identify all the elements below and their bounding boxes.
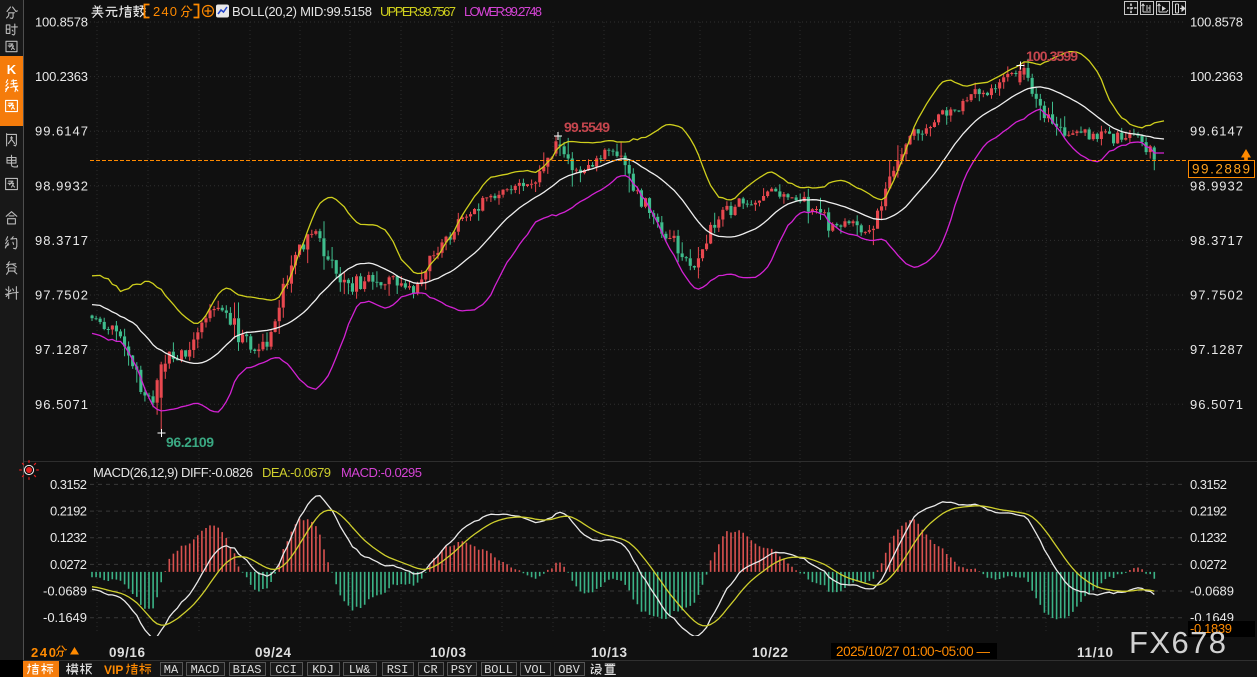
svg-text:FX678: FX678 [1129,625,1226,660]
svg-text:09/24: 09/24 [255,645,291,660]
svg-text:PSY: PSY [451,663,473,677]
svg-text:99.6147: 99.6147 [35,124,88,139]
svg-text:2025/10/27 01:00~05:00 —: 2025/10/27 01:00~05:00 — [836,644,991,659]
svg-text:100.2363: 100.2363 [35,69,88,84]
svg-text:VOL: VOL [524,663,546,677]
svg-text:-0.0689: -0.0689 [1190,584,1234,599]
svg-text:MA: MA [164,663,179,677]
svg-text:240: 240 [153,4,177,19]
svg-text:98.3717: 98.3717 [1190,233,1243,248]
svg-text:MACD:-0.0295: MACD:-0.0295 [341,465,422,480]
svg-text:BIAS: BIAS [233,663,262,677]
svg-text:98.9932: 98.9932 [1190,178,1243,193]
svg-text:96.2109: 96.2109 [166,434,214,450]
svg-text:11/10: 11/10 [1077,645,1113,660]
svg-text:10/22: 10/22 [752,645,788,660]
svg-text:0.2192: 0.2192 [50,504,87,519]
svg-text:KDJ: KDJ [312,663,334,677]
svg-text:100.2363: 100.2363 [1190,69,1243,84]
svg-text:K: K [7,62,17,77]
svg-text:96.5071: 96.5071 [1190,397,1243,412]
svg-text:0.0272: 0.0272 [1190,557,1227,572]
svg-text:97.1287: 97.1287 [35,342,88,357]
svg-text:MACD(26,12,9) DIFF:-0.0826: MACD(26,12,9) DIFF:-0.0826 [93,465,253,480]
svg-text:99.5549: 99.5549 [564,119,610,135]
svg-text:100.8578: 100.8578 [1190,15,1243,30]
svg-text:CR: CR [423,663,437,677]
svg-text:DEA:-0.0679: DEA:-0.0679 [262,465,331,480]
svg-text:09/16: 09/16 [109,645,145,660]
svg-text:RSI: RSI [387,663,409,677]
svg-text:VIP: VIP [104,663,123,677]
svg-text:100.3599: 100.3599 [1026,48,1078,64]
svg-text:10/13: 10/13 [591,645,627,660]
svg-text:UPPER:99.7567: UPPER:99.7567 [380,4,456,19]
svg-text:LW&: LW& [349,663,371,677]
svg-text:0.3152: 0.3152 [1190,477,1227,492]
svg-text:100.8578: 100.8578 [35,15,88,30]
svg-text:0.1232: 0.1232 [1190,530,1227,545]
svg-text:0.1232: 0.1232 [50,530,87,545]
svg-text:0.0272: 0.0272 [50,557,87,572]
svg-text:BOLL(20,2) MID:99.5158: BOLL(20,2) MID:99.5158 [232,4,372,19]
svg-text:10/03: 10/03 [430,645,466,660]
svg-text:96.5071: 96.5071 [35,397,88,412]
svg-text:-0.1649: -0.1649 [43,610,87,625]
svg-text:98.3717: 98.3717 [35,233,88,248]
svg-text:97.1287: 97.1287 [1190,342,1243,357]
svg-text:MACD: MACD [191,663,220,677]
svg-text:CCI: CCI [275,663,297,677]
svg-text:98.9932: 98.9932 [35,178,88,193]
svg-text:97.7502: 97.7502 [1190,288,1243,303]
svg-text:BOLL: BOLL [484,663,513,677]
svg-text:-0.0689: -0.0689 [43,584,87,599]
svg-text:0.3152: 0.3152 [50,477,87,492]
svg-text:99.6147: 99.6147 [1190,124,1243,139]
svg-text:97.7502: 97.7502 [35,288,88,303]
svg-text:OBV: OBV [558,663,580,677]
svg-text:240: 240 [31,645,56,660]
svg-text:0.2192: 0.2192 [1190,504,1227,519]
svg-text:LOWER:99.2748: LOWER:99.2748 [464,4,542,19]
